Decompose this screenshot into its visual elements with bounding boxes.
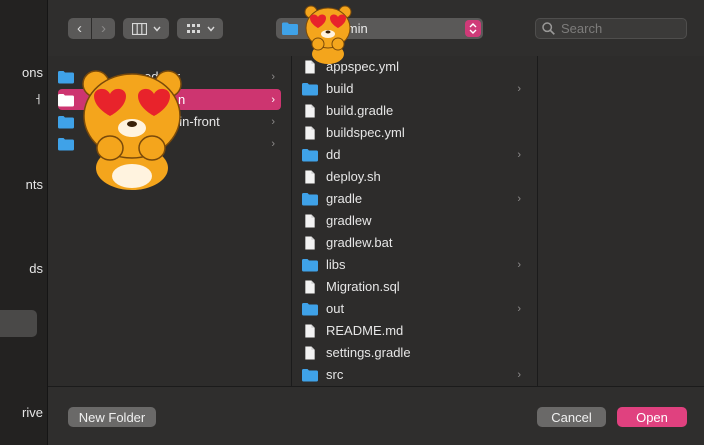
chevron-right-icon: › <box>517 368 521 381</box>
folder-icon <box>58 115 74 128</box>
list-item-label: dd <box>326 147 341 162</box>
list-item[interactable]: settings.gradle <box>302 342 527 363</box>
chevron-right-icon: › <box>517 258 521 271</box>
navigation-buttons: ‹ › <box>68 18 115 39</box>
small-bear-sticker-image <box>304 5 352 64</box>
list-item[interactable]: deploy.sh <box>302 166 527 187</box>
bear-sticker-image <box>82 70 182 190</box>
list-item-label: buildspec.yml <box>326 125 405 140</box>
list-item-label: Migration.sql <box>326 279 400 294</box>
list-item[interactable]: gradlew <box>302 210 527 231</box>
file-icon <box>305 279 315 294</box>
file-icon <box>305 213 315 228</box>
list-item[interactable]: dd › <box>302 144 527 165</box>
list-item-label: libs <box>326 257 346 272</box>
open-button[interactable]: Open <box>617 407 687 427</box>
list-item-label: settings.gradle <box>326 345 411 360</box>
list-item[interactable]: gradle › <box>302 188 527 209</box>
list-item-label: src <box>326 367 344 382</box>
chevron-right-icon: › <box>271 70 275 83</box>
list-item-label: gradle <box>326 191 363 206</box>
file-icon <box>305 103 315 118</box>
list-item[interactable]: build.gradle <box>302 100 527 121</box>
chevron-right-icon: › <box>517 192 521 205</box>
list-item-label: build <box>326 81 354 96</box>
chevron-right-icon: › <box>517 302 521 315</box>
file-icon <box>305 235 315 250</box>
search-icon <box>542 22 555 35</box>
list-item[interactable]: Migration.sql <box>302 276 527 297</box>
toolbar: ‹ › -admin <box>48 0 704 56</box>
sidebar-item-selected[interactable] <box>0 310 37 337</box>
folder-icon <box>58 70 74 83</box>
list-item[interactable]: gradlew.bat <box>302 232 527 253</box>
forward-button[interactable]: › <box>92 18 115 39</box>
new-folder-button[interactable]: New Folder <box>68 407 156 427</box>
chevron-right-icon: › <box>517 148 521 161</box>
folder-icon <box>58 137 74 150</box>
column-3 <box>538 56 704 386</box>
list-item-label: README.md <box>326 323 404 338</box>
cancel-button[interactable]: Cancel <box>537 407 606 427</box>
group-view-button[interactable] <box>177 18 223 39</box>
folder-icon <box>302 368 318 381</box>
chevron-right-icon: › <box>271 93 275 106</box>
folder-icon <box>282 22 298 35</box>
folder-icon <box>302 148 318 161</box>
folder-icon <box>302 258 318 271</box>
file-icon <box>305 345 315 360</box>
chevron-right-icon: › <box>517 82 521 95</box>
sidebar-item[interactable]: ons <box>22 65 43 80</box>
chevron-right-icon: › <box>271 115 275 128</box>
sidebar-item[interactable]: rive <box>22 405 43 420</box>
chevron-down-icon <box>152 26 161 32</box>
list-item[interactable]: build › <box>302 78 527 99</box>
dialog-footer: New Folder Cancel Open <box>48 386 704 445</box>
columns-icon <box>131 22 147 35</box>
folder-icon <box>302 82 318 95</box>
back-button[interactable]: ‹ <box>68 18 91 39</box>
list-item[interactable]: src › <box>302 364 527 385</box>
list-item[interactable]: buildspec.yml <box>302 122 527 143</box>
list-item[interactable]: libs › <box>302 254 527 275</box>
list-item[interactable]: out › <box>302 298 527 319</box>
file-icon <box>305 323 315 338</box>
column-2: appspec.yml build › build.gradle buildspec.y… <box>292 56 538 386</box>
search-input[interactable] <box>561 21 681 36</box>
search-field[interactable] <box>535 18 687 39</box>
sidebar-item[interactable]: ds <box>29 261 43 276</box>
list-item[interactable]: README.md <box>302 320 527 341</box>
sidebar-item[interactable]: nts <box>26 177 43 192</box>
list-item-label: deploy.sh <box>326 169 381 184</box>
list-item-label: out <box>326 301 345 316</box>
list-item-label: gradlew <box>326 213 372 228</box>
file-icon <box>305 125 315 140</box>
grid-icon <box>186 23 200 33</box>
column-view-button[interactable] <box>123 18 169 39</box>
list-item-label: gradlew.bat <box>326 235 393 250</box>
folder-icon <box>58 93 74 106</box>
folder-icon <box>302 302 318 315</box>
file-icon <box>305 169 315 184</box>
sidebar-item[interactable]: ㅓ <box>33 91 43 107</box>
sidebar: ons ㅓ nts ds rive <box>0 0 48 445</box>
chevron-right-icon: › <box>271 137 275 150</box>
chevron-down-icon <box>206 26 215 32</box>
folder-icon <box>302 192 318 205</box>
location-stepper-icon <box>465 20 481 37</box>
list-item-label: build.gradle <box>326 103 394 118</box>
